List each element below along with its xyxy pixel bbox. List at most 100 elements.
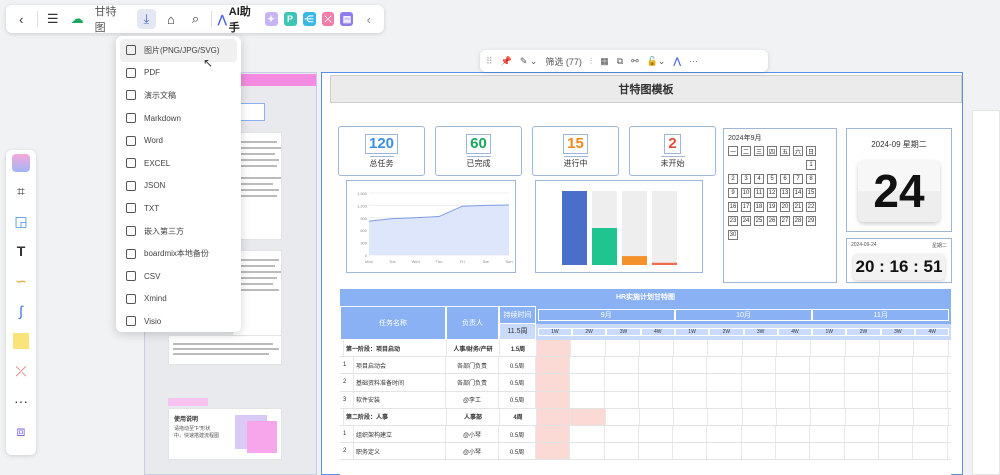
pen-tool-icon[interactable]: ∽ xyxy=(11,270,31,292)
calendar-day[interactable]: 27 xyxy=(780,216,790,226)
gantt-row[interactable]: 2 职务定义 @小琴 0.5周 xyxy=(340,443,951,461)
calendar-day[interactable]: 30 xyxy=(728,230,738,240)
ai-flow-icon[interactable]: ⤫ xyxy=(321,12,335,26)
gantt-row[interactable]: 1 组织架构建立 @小琴 0.5周 xyxy=(340,425,951,444)
gantt-col-owner: 负责人 xyxy=(446,306,499,340)
more-tools-icon[interactable]: ··· xyxy=(11,390,31,412)
calendar-day[interactable]: 4 xyxy=(754,174,764,184)
template-icon[interactable] xyxy=(12,154,30,172)
drag-handle-icon[interactable]: ⠿ xyxy=(486,56,493,67)
calendar-day[interactable]: 1 xyxy=(806,160,816,170)
pin-icon[interactable]: 📌 xyxy=(501,56,512,67)
gantt-row[interactable]: 1 项目启动会 各部门负责 0.5周 xyxy=(340,357,951,375)
gantt-row[interactable]: 第二阶段：人事 人事部 4周 xyxy=(340,408,951,426)
date-card-label: 2024-09 星期二 xyxy=(871,140,927,149)
calendar-day[interactable]: 2 xyxy=(728,174,738,184)
calendar-day[interactable]: 5 xyxy=(767,174,777,184)
line-chart-x-tick: Fri xyxy=(460,259,465,264)
export-menu: 图片(PNG/JPG/SVG) PDF 演示文稿 Markdown Word EXCEL J… xyxy=(116,36,241,332)
gantt-row[interactable]: 2 基础资料准备时间 各部门负责 0.5周 xyxy=(340,374,951,392)
calendar-day[interactable]: 17 xyxy=(741,202,751,212)
sticky-note-tool-icon[interactable] xyxy=(11,330,31,352)
gantt-week: 1W xyxy=(674,327,710,336)
gantt-row-owner: @小琴 xyxy=(446,425,499,443)
calendar-day[interactable]: 22 xyxy=(806,202,816,212)
calendar-day[interactable]: 13 xyxy=(780,188,790,198)
file-title[interactable]: 甘特图 xyxy=(95,3,126,35)
export-menu-item[interactable]: 嵌入第三方 xyxy=(120,220,237,243)
calendar-day[interactable]: 10 xyxy=(741,188,751,198)
back-icon[interactable]: ‹ xyxy=(12,9,31,29)
ai-ppt-icon[interactable]: P xyxy=(283,12,297,26)
calendar-day[interactable]: 20 xyxy=(780,202,790,212)
search-icon[interactable]: ⌕ xyxy=(186,9,205,29)
gantt-row[interactable]: 3 软件安装 @李工 0.5周 xyxy=(340,391,951,409)
cloud-sync-icon[interactable]: ☁ xyxy=(68,9,87,29)
export-button[interactable]: ⤓ xyxy=(137,9,156,29)
export-menu-item[interactable]: Xmind xyxy=(120,288,237,311)
style-icon[interactable]: ✎ ⌄ xyxy=(520,56,538,67)
align-icon[interactable]: ⫶ xyxy=(590,56,592,67)
calendar-day[interactable]: 24 xyxy=(741,216,751,226)
tag-icon[interactable]: ⌂ xyxy=(162,9,181,29)
export-menu-item[interactable]: CSV xyxy=(120,265,237,288)
collapse-icon[interactable]: ‹ xyxy=(359,9,378,29)
gantt-week: 2W xyxy=(709,327,744,336)
calendar-day[interactable]: 21 xyxy=(793,202,803,212)
calendar-day[interactable]: 7 xyxy=(793,174,803,184)
ai-assistant-button[interactable]: ⋀ AI助手 xyxy=(218,3,259,35)
link-icon[interactable]: ⚯ xyxy=(631,56,639,67)
gantt-cell xyxy=(639,391,674,408)
calendar-day[interactable]: 19 xyxy=(767,202,777,212)
calendar-day[interactable]: 8 xyxy=(806,174,816,184)
export-menu-item[interactable]: JSON xyxy=(120,175,237,198)
export-menu-item[interactable]: 图片(PNG/JPG/SVG) xyxy=(120,39,237,62)
export-menu-item[interactable]: TXT xyxy=(120,197,237,220)
more-icon[interactable]: ··· xyxy=(689,56,698,66)
filter-button[interactable]: 筛选 (77) xyxy=(545,55,582,68)
frame-tool-icon[interactable]: ⌗ xyxy=(11,180,31,202)
grid-icon[interactable]: ▦ xyxy=(600,56,609,67)
apps-icon[interactable]: ⧈ xyxy=(11,420,31,442)
export-menu-item[interactable]: PDF xyxy=(120,62,237,85)
calendar-header: 2024年9月 xyxy=(728,135,762,142)
calendar-day[interactable]: 15 xyxy=(806,188,816,198)
calendar-day[interactable]: 26 xyxy=(767,216,777,226)
ai-mindmap-icon[interactable]: ⋲ xyxy=(302,12,316,26)
stat-label: 未开始 xyxy=(660,155,685,169)
calendar-day[interactable]: 14 xyxy=(793,188,803,198)
export-menu-item[interactable]: Visio xyxy=(120,310,237,333)
export-menu-item[interactable]: Word xyxy=(120,129,237,152)
gantt-cell xyxy=(742,443,777,460)
connector-tool-icon[interactable]: ∫ xyxy=(11,300,31,322)
export-menu-item[interactable]: boardmix本地备份 xyxy=(120,242,237,265)
calendar-day[interactable]: 29 xyxy=(806,216,816,226)
frame-icon[interactable]: ⧉ xyxy=(617,56,623,67)
calendar-day[interactable]: 9 xyxy=(728,188,738,198)
calendar-day[interactable]: 11 xyxy=(754,188,764,198)
calendar-day[interactable]: 28 xyxy=(793,216,803,226)
ai-logo-icon[interactable]: ⋀ xyxy=(673,56,680,67)
calendar-day[interactable]: 12 xyxy=(767,188,777,198)
embed-icon xyxy=(126,226,136,237)
export-menu-item[interactable]: EXCEL xyxy=(120,152,237,175)
calendar-day[interactable]: 23 xyxy=(728,216,738,226)
text-tool-icon[interactable]: T xyxy=(11,240,31,262)
calendar-day[interactable]: 18 xyxy=(754,202,764,212)
export-menu-item[interactable]: Markdown xyxy=(120,107,237,130)
ai-chat-icon[interactable]: ▤ xyxy=(340,12,354,26)
calendar-day[interactable]: 3 xyxy=(741,174,751,184)
shape-tool-icon[interactable]: ◲ xyxy=(11,210,31,232)
calendar-day[interactable]: 16 xyxy=(728,202,738,212)
export-menu-item[interactable]: 演示文稿 xyxy=(120,84,237,107)
mindmap-tool-icon[interactable]: ⤫ xyxy=(11,360,31,382)
lock-icon[interactable]: 🔓⌄ xyxy=(647,56,666,67)
sticky-card[interactable]: 使用说明 请拖动至“F”形状中，快速搭建流程图 xyxy=(168,408,282,460)
calendar-day[interactable]: 6 xyxy=(780,174,790,184)
gantt-cell xyxy=(914,408,949,425)
ai-image-icon[interactable]: ✦ xyxy=(264,12,278,26)
gantt-row[interactable]: 第一阶段：项目启动 人事/财务/产研 1.5周 xyxy=(340,340,951,358)
menu-icon[interactable]: ☰ xyxy=(43,9,62,29)
calendar-day[interactable]: 25 xyxy=(754,216,764,226)
gantt-cell xyxy=(639,443,674,460)
